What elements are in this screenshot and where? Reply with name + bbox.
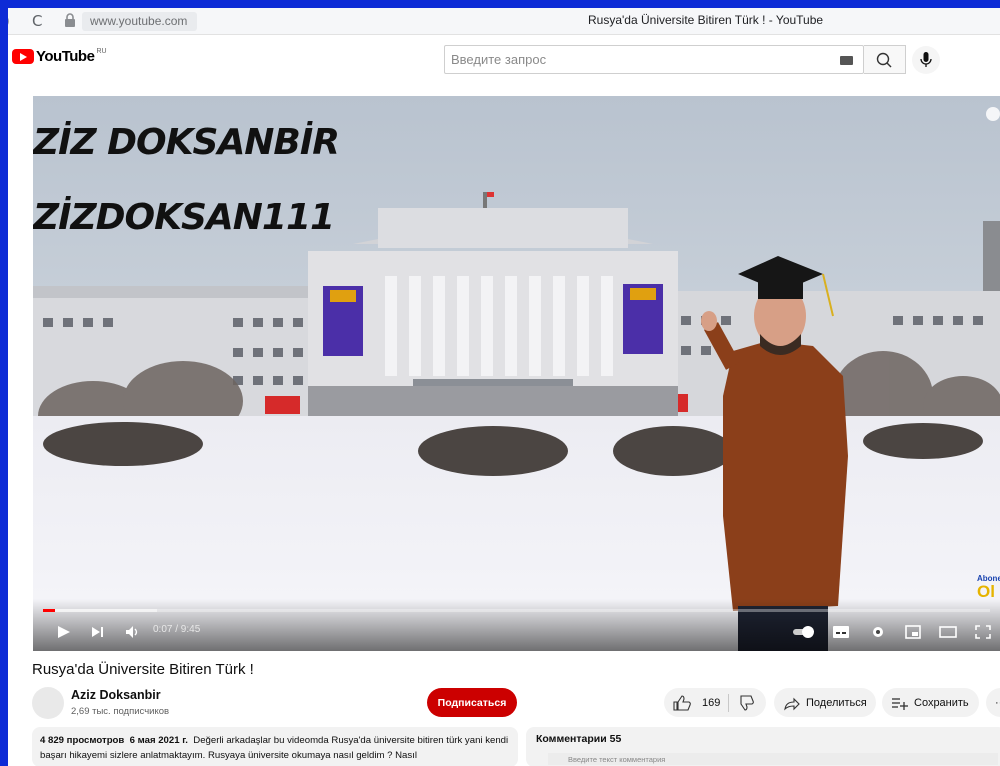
keyboard-icon[interactable] (840, 56, 853, 65)
miniplayer-icon[interactable] (905, 625, 921, 639)
time-display: 0:07 / 9:45 (153, 624, 201, 635)
autoplay-toggle-icon[interactable] (793, 625, 817, 639)
upload-date: 6 мая 2021 г. (129, 735, 188, 746)
microphone-icon (920, 52, 932, 67)
country-code: RU (96, 48, 107, 55)
youtube-logo[interactable]: YouTube RU (12, 48, 107, 65)
more-icon: ··· (995, 696, 1000, 709)
video-overlay-text-handle: ZİZDOKSAN111 (33, 197, 335, 238)
thumbs-down-icon[interactable] (737, 694, 757, 712)
progress-played (43, 609, 56, 612)
share-label: Поделиться (806, 696, 867, 709)
video-title: Rusya'da Üniversite Bitiren Türk ! (32, 661, 254, 678)
voice-search-button[interactable] (912, 46, 940, 74)
reload-icon[interactable]: C (32, 12, 42, 30)
subscriber-count: 2,69 тыс. подписчиков (71, 706, 170, 717)
thumbs-up-icon[interactable] (672, 694, 702, 712)
volume-icon[interactable] (125, 625, 141, 639)
comment-input[interactable]: Введите текст комментария (548, 753, 998, 765)
lock-icon (65, 13, 75, 27)
add-to-playlist-icon (892, 697, 908, 710)
video-overlay-text-name: ZİZ DOKSANBİR (33, 122, 340, 163)
like-dislike-group: 169 (664, 688, 766, 717)
subtitles-icon[interactable] (833, 625, 849, 639)
back-icon[interactable]: ) (8, 12, 10, 30)
logo-text: YouTube (36, 48, 95, 65)
comments-header: Комментарии 55 (536, 733, 622, 745)
youtube-header: YouTube RU (8, 36, 1000, 82)
player-controls: 0:07 / 9:45 (33, 599, 1000, 651)
search-input[interactable] (451, 46, 791, 72)
progress-bar[interactable] (43, 609, 990, 612)
share-icon (784, 697, 800, 711)
page-title-text: Rusya'da Üniversite Bitiren Türk ! - You… (588, 13, 824, 27)
browser-window: ) C www.youtube.com Rusya'da Üniversite … (8, 8, 1000, 766)
browser-address-bar: ) C www.youtube.com Rusya'da Üniversite … (8, 8, 1000, 35)
next-icon[interactable] (91, 625, 105, 639)
url-field[interactable]: www.youtube.com (82, 12, 197, 31)
channel-name[interactable]: Aziz Doksanbir (71, 688, 161, 702)
progress-loaded (43, 609, 157, 612)
comments-section: Комментарии 55 Введите текст комментария (526, 727, 1000, 766)
channel-avatar[interactable] (32, 687, 64, 719)
search-box (444, 45, 864, 74)
video-frame (33, 96, 1000, 651)
settings-gear-icon[interactable] (871, 625, 885, 639)
theater-mode-icon[interactable] (939, 625, 957, 639)
like-count[interactable]: 169 (702, 697, 720, 709)
video-player[interactable]: ZİZ DOKSANBİR ZİZDOKSAN111 Abone Ol 0:07… (33, 96, 1000, 651)
save-button[interactable]: Сохранить (882, 688, 979, 717)
fullscreen-icon[interactable] (975, 625, 991, 639)
save-label: Сохранить (914, 696, 969, 709)
more-actions-button[interactable]: ··· (986, 688, 1000, 717)
search-button[interactable] (864, 45, 906, 74)
play-icon[interactable] (57, 625, 71, 639)
share-button[interactable]: Поделиться (774, 688, 876, 717)
view-count: 4 829 просмотров (40, 735, 125, 746)
description-box[interactable]: 4 829 просмотров 6 мая 2021 г. Değerli a… (32, 727, 518, 766)
youtube-play-logo-icon (12, 49, 34, 64)
divider (728, 693, 730, 712)
search-icon (876, 52, 892, 68)
subscribe-button[interactable]: Подписаться (427, 688, 517, 717)
